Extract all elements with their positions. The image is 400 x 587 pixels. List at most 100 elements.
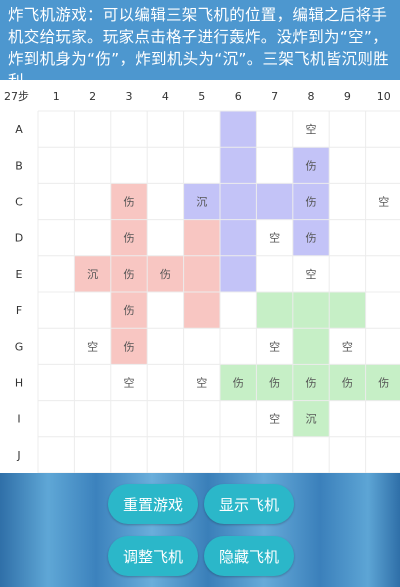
plane-cell-green[interactable] [292,328,330,365]
instructions-text: 炸飞机游戏：可以编辑三架飞机的位置，编辑之后将手机交给玩家。玩家点击格子进行轰炸… [8,6,389,80]
board-cell[interactable] [110,400,148,437]
plane-cell-green[interactable] [329,292,366,329]
board-cell[interactable] [74,219,111,256]
column-header: 6 [235,90,242,103]
row-header: E [16,268,23,281]
board-cell[interactable] [183,436,220,473]
board-cell[interactable] [38,183,75,220]
board-cell[interactable] [365,219,400,256]
board-grid[interactable]: 27步 1 2 3 4 5 6 7 8 9 10ABCDEFGHIJ空伤伤沉伤空伤空伤沉伤伤空伤空伤… [0,80,400,473]
board-cell[interactable] [220,328,257,365]
board-cell[interactable] [147,436,184,473]
board-cell[interactable] [220,292,257,329]
miss-mark: 空 [269,339,280,353]
reset-game-button[interactable]: 重置游戏 [108,484,198,524]
board-cell[interactable] [147,183,184,220]
miss-mark: 空 [269,231,280,245]
board-cell[interactable] [365,147,400,184]
board-cell[interactable] [110,436,148,473]
board-cell[interactable] [38,400,75,437]
plane-cell-blue[interactable] [220,183,257,220]
board-cell[interactable] [183,400,220,437]
board-cell[interactable] [147,111,184,148]
board-cell[interactable] [74,364,111,401]
plane-cell-green[interactable] [292,292,330,329]
plane-cell-pink[interactable] [183,255,220,292]
plane-cell-blue[interactable] [256,183,293,220]
miss-mark: 空 [124,376,135,390]
plane-cell-blue[interactable] [220,255,257,292]
board-cell[interactable] [365,436,400,473]
board-cell[interactable] [74,436,111,473]
board-cell[interactable] [365,111,400,148]
plane-cell-blue[interactable] [220,219,257,256]
board-cell[interactable] [110,147,148,184]
board-cell[interactable] [220,400,257,437]
adjust-planes-button[interactable]: 调整飞机 [108,536,198,576]
board-cell[interactable] [292,436,330,473]
column-header: 1 [53,90,60,103]
board-cell[interactable] [74,183,111,220]
board-cell[interactable] [38,147,75,184]
game-board[interactable]: 27步 1 2 3 4 5 6 7 8 9 10 A B C D E F G H I J 空伤伤沉伤空伤空伤沉伤伤空伤空伤… [0,80,400,473]
board-cell[interactable] [329,255,366,292]
hit-mark: 伤 [124,304,135,317]
plane-cell-pink[interactable] [183,219,220,256]
sunk-mark: 沉 [306,413,317,426]
instructions-banner: 炸飞机游戏：可以编辑三架飞机的位置，编辑之后将手机交给玩家。玩家点击格子进行轰炸… [0,0,400,80]
sunk-mark: 沉 [196,196,207,209]
board-cell[interactable] [183,328,220,365]
column-header: 5 [198,90,205,103]
board-cell[interactable] [256,111,293,148]
board-cell[interactable] [147,292,184,329]
board-cell[interactable] [74,400,111,437]
board-cell[interactable] [329,147,366,184]
board-cell[interactable] [147,219,184,256]
board-cell[interactable] [147,328,184,365]
board-cell[interactable] [74,147,111,184]
board-cell[interactable] [38,328,75,365]
hide-planes-button[interactable]: 隐藏飞机 [204,536,294,576]
board-cell[interactable] [38,364,75,401]
hit-mark: 伤 [233,377,244,390]
board-cell[interactable] [329,436,366,473]
board-cell[interactable] [365,255,400,292]
board-cell[interactable] [74,111,111,148]
board-cell[interactable] [365,292,400,329]
board-cell[interactable] [329,400,366,437]
board-cell[interactable] [38,436,75,473]
board-cell[interactable] [329,219,366,256]
board-cell[interactable] [38,292,75,329]
board-cell[interactable] [147,400,184,437]
row-header: C [15,196,23,209]
board-cell[interactable] [256,255,293,292]
board-cell[interactable] [38,219,75,256]
row-header: D [15,232,23,245]
miss-mark: 空 [196,376,207,390]
board-cell[interactable] [183,111,220,148]
board-cell[interactable] [220,436,257,473]
hit-mark: 伤 [160,268,171,281]
board-cell[interactable] [183,147,220,184]
board-cell[interactable] [365,328,400,365]
column-header: 7 [271,90,278,103]
column-header: 9 [344,90,351,103]
board-cell[interactable] [329,183,366,220]
board-cell[interactable] [256,436,293,473]
board-cell[interactable] [110,111,148,148]
board-cell[interactable] [365,400,400,437]
plane-cell-blue[interactable] [220,147,257,184]
miss-mark: 空 [269,412,280,426]
show-planes-button[interactable]: 显示飞机 [204,484,294,524]
board-cell[interactable] [38,111,75,148]
board-cell[interactable] [147,147,184,184]
hit-mark: 伤 [269,377,280,390]
board-cell[interactable] [74,292,111,329]
plane-cell-pink[interactable] [183,292,220,329]
board-cell[interactable] [256,147,293,184]
board-cell[interactable] [147,364,184,401]
board-cell[interactable] [38,255,75,292]
plane-cell-blue[interactable] [220,111,257,148]
plane-cell-green[interactable] [256,292,293,329]
board-cell[interactable] [329,111,366,148]
